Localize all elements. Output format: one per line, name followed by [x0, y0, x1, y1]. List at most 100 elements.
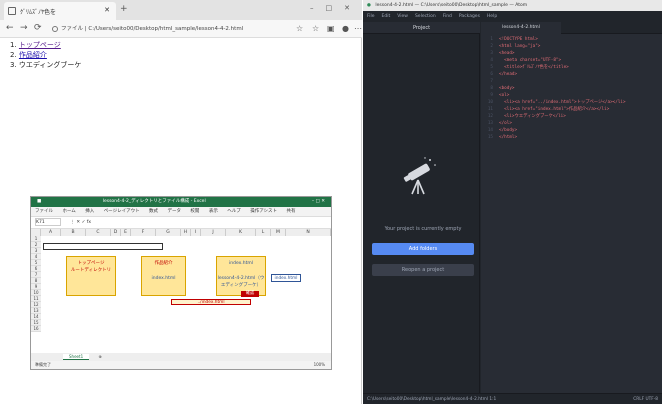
name-box[interactable]: K71 — [35, 217, 61, 226]
code-line[interactable]: 7 — [481, 78, 662, 85]
line-number: 5 — [490, 65, 493, 70]
code-line[interactable]: 5 <title>ｸﾞﾘﾑｽﾞﾉﾔ色を</title> — [481, 64, 662, 71]
column-header[interactable]: J — [201, 229, 226, 236]
code-line[interactable]: 11 <li><a href="index.html">作品紹介</a></li… — [481, 106, 662, 113]
box-label: トップページ — [77, 261, 105, 266]
code-line[interactable]: 9 <ol> — [481, 92, 662, 99]
code-line[interactable]: 3 <head> — [481, 50, 662, 57]
menu-file[interactable]: File — [367, 14, 375, 19]
ribbon-tab[interactable]: ページレイアウト — [104, 209, 140, 214]
link-works[interactable]: 作品紹介 — [19, 51, 47, 59]
ribbon-tab[interactable]: 操作アシスト — [250, 209, 277, 214]
link-list: 1. トップページ 2. 作品紹介 3. ウエディングブーケ — [10, 40, 81, 70]
code-line[interactable]: 14 </body> — [481, 127, 662, 134]
column-header[interactable]: C — [86, 229, 111, 236]
index-label: index.html — [271, 274, 301, 282]
menu-find[interactable]: Find — [443, 14, 452, 19]
code-text: <li><a href="../index.html">トップページ</a></… — [499, 100, 626, 105]
code-line[interactable]: 12 <li>ウエディングブーケ</li> — [481, 113, 662, 120]
zoom-level[interactable]: 100% — [314, 361, 325, 369]
code-area[interactable]: 1 <!DOCTYPE html> 2 <html lang="ja"> 3 <head>… — [481, 36, 662, 141]
menu-edit[interactable]: Edit — [382, 14, 391, 19]
spreadsheet-grid[interactable]: A B C D E F G H I J K L M N 1 2 3 4 5 6 … — [31, 229, 331, 353]
column-header[interactable]: K — [226, 229, 256, 236]
ribbon-tab[interactable]: ヘルプ — [227, 209, 241, 214]
profile-icon[interactable]: ● — [342, 24, 349, 33]
back-icon[interactable]: ← — [6, 23, 14, 33]
excel-title-bar: ■ lesson4-4-2_ディレクトリとファイル構成 - Excel – □ … — [31, 197, 331, 207]
forward-icon[interactable]: → — [20, 23, 28, 33]
column-header[interactable]: A — [41, 229, 61, 236]
browser-tab[interactable]: ｸﾞﾘﾑｽﾞﾉﾔ色を ✕ — [4, 2, 116, 20]
window-controls[interactable]: – □ ✕ — [312, 197, 325, 207]
formula-icons: ⋮ ✕ ✓ fx — [70, 220, 92, 225]
column-header[interactable]: G — [156, 229, 181, 236]
ribbon-tab[interactable]: ファイル — [35, 209, 53, 214]
save-icon[interactable]: ■ — [37, 199, 41, 204]
list-number: 1. — [10, 41, 17, 49]
tab-lesson-file[interactable]: lesson4-4-2.html — [481, 22, 561, 34]
telescope-icon — [403, 157, 436, 195]
column-header[interactable]: E — [121, 229, 131, 236]
new-tab-icon[interactable]: + — [120, 4, 128, 14]
column-header[interactable]: M — [271, 229, 286, 236]
list-number: 2. — [10, 51, 17, 59]
sheet-tab[interactable]: Sheet1 — [63, 354, 90, 360]
favorite-icon[interactable]: ☆ — [296, 24, 303, 33]
page-icon — [8, 7, 16, 15]
ribbon-tab[interactable]: データ — [167, 209, 181, 214]
code-line[interactable]: 1 <!DOCTYPE html> — [481, 36, 662, 43]
menu-view[interactable]: View — [397, 14, 408, 19]
code-line[interactable]: 4 <meta charset="UTF-8"> — [481, 57, 662, 64]
refresh-icon[interactable]: ⟳ — [34, 23, 42, 33]
page-content: 1. トップページ 2. 作品紹介 3. ウエディングブーケ — [10, 40, 81, 70]
tab-project[interactable]: Project — [363, 22, 480, 34]
code-line[interactable]: 10 <li><a href="../index.html">トップページ</a… — [481, 99, 662, 106]
reopen-project-button[interactable]: Reopen a project — [372, 264, 474, 276]
column-header[interactable]: N — [286, 229, 331, 236]
status-text: 準備完了 — [35, 362, 51, 367]
ribbon-tab[interactable]: 挿入 — [85, 209, 94, 214]
column-header[interactable]: D — [111, 229, 121, 236]
ribbon-tab[interactable]: 校閲 — [190, 209, 199, 214]
url-field[interactable]: ファイル | C:/Users/seito00/Desktop/html_sam… — [52, 23, 284, 35]
collections-icon[interactable]: ▣ — [327, 24, 335, 33]
code-text: <li>ウエディングブーケ</li> — [499, 114, 566, 119]
code-line[interactable]: 15 </html> — [481, 134, 662, 141]
share-button[interactable]: 共有 — [287, 209, 296, 214]
menu-selection[interactable]: Selection — [415, 14, 436, 19]
ribbon-tab[interactable]: 数式 — [149, 209, 158, 214]
window-controls[interactable]: –□✕ — [310, 4, 362, 12]
code-line[interactable]: 13 </ol> — [481, 120, 662, 127]
menu-help[interactable]: Help — [487, 14, 497, 19]
add-folders-button[interactable]: Add folders — [372, 243, 474, 255]
favorites-icon[interactable]: ☆ — [312, 24, 319, 33]
close-tab-icon[interactable]: ✕ — [104, 6, 110, 14]
code-text: <!DOCTYPE html> — [499, 37, 538, 42]
link-path-label: ../index.html — [171, 299, 251, 305]
atom-status-bar: C:\Users\seito00\Desktop\html_sample\les… — [363, 393, 662, 404]
code-line[interactable]: 2 <html lang="ja"> — [481, 43, 662, 50]
more-icon[interactable]: ⋯ — [354, 24, 362, 33]
select-all-cell[interactable] — [31, 229, 41, 236]
row-header[interactable]: 16 — [31, 326, 41, 332]
box-label: ルートディレクトリ — [70, 268, 112, 273]
add-sheet-icon[interactable]: ⊕ — [98, 354, 101, 359]
ribbon-tab[interactable]: ホーム — [62, 209, 75, 214]
column-header[interactable]: L — [256, 229, 271, 236]
code-line[interactable]: 8 <body> — [481, 85, 662, 92]
column-header[interactable]: H — [181, 229, 191, 236]
encoding-status[interactable]: CRLF UTF-8 — [633, 394, 658, 405]
column-header[interactable]: B — [61, 229, 86, 236]
link-top-page[interactable]: トップページ — [19, 41, 61, 49]
file-path-status[interactable]: C:\Users\seito00\Desktop\html_sample\les… — [367, 397, 496, 402]
list-number: 3. — [10, 61, 17, 69]
box-top-page: トップページ ルートディレクトリ — [66, 256, 116, 296]
code-text: <li><a href="index.html">作品紹介</a></li> — [499, 107, 610, 112]
line-number: 1 — [490, 37, 493, 42]
code-line[interactable]: 6 </head> — [481, 71, 662, 78]
menu-packages[interactable]: Packages — [459, 14, 480, 19]
column-header[interactable]: F — [131, 229, 156, 236]
column-header[interactable]: I — [191, 229, 201, 236]
ribbon-tab[interactable]: 表示 — [209, 209, 218, 214]
